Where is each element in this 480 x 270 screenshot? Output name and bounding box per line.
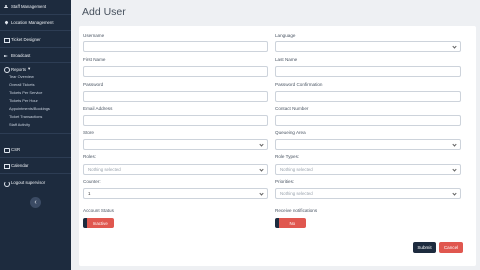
- sidebar-item-reports[interactable]: Reports ▾: [4, 66, 31, 73]
- username-label: Username: [83, 33, 105, 38]
- role-types-label: Role Types:: [275, 154, 300, 159]
- email-input[interactable]: [83, 115, 268, 126]
- sidebar-subitem-tickets-per-service[interactable]: Tickets Per Service: [9, 90, 42, 95]
- divider: [0, 30, 71, 31]
- chevron-down-icon: [452, 44, 457, 49]
- submit-button[interactable]: Submit: [413, 242, 436, 253]
- sidebar: Staff Management Location Management Tic…: [0, 0, 71, 270]
- chevron-down-icon: [259, 191, 264, 196]
- receive-notifications-label: Receive notifications: [275, 208, 318, 213]
- sidebar-subitem-ticket-transactions[interactable]: Ticket Transactions: [9, 114, 42, 119]
- user-icon: [4, 4, 8, 9]
- divider: [0, 133, 71, 134]
- password-confirmation-input[interactable]: [275, 91, 461, 102]
- sidebar-item-label: Broadcast: [11, 53, 31, 58]
- sidebar-item-ticket-designer[interactable]: Ticket Designer: [4, 37, 41, 43]
- account-status-toggle[interactable]: Inactive: [83, 218, 114, 228]
- role-types-select[interactable]: Nothing selected: [275, 164, 461, 175]
- receive-notifications-toggle[interactable]: No: [275, 218, 306, 228]
- email-label: Email Address: [83, 106, 113, 111]
- sidebar-subitem-overall-tickets[interactable]: Overall Tickets: [9, 82, 35, 87]
- queueing-area-label: Queueing Area: [275, 130, 306, 135]
- password-confirmation-label: Password Confirmation: [275, 82, 323, 87]
- page-title: Add User: [82, 6, 126, 18]
- store-select[interactable]: [83, 139, 268, 150]
- chevron-left-icon: ‹: [34, 199, 37, 206]
- last-name-input[interactable]: [275, 66, 461, 77]
- first-name-label: First Name: [83, 57, 106, 62]
- sidebar-item-label: Staff Management: [11, 4, 47, 9]
- sidebar-item-csr[interactable]: CSR: [4, 147, 21, 153]
- password-label: Password: [83, 82, 104, 87]
- password-input[interactable]: [83, 91, 268, 102]
- ticket-icon: [4, 38, 10, 43]
- toggle-state: No: [278, 218, 306, 228]
- divider: [0, 173, 71, 174]
- toggle-state: Inactive: [86, 218, 114, 228]
- sidebar-item-broadcast[interactable]: Broadcast: [4, 53, 30, 58]
- cancel-button[interactable]: Cancel: [439, 242, 463, 253]
- divider: [0, 157, 71, 158]
- sidebar-subitem-tickets-per-hour[interactable]: Tickets Per Hour: [9, 98, 38, 103]
- roles-label: Roles:: [83, 154, 97, 159]
- contact-number-input[interactable]: [275, 115, 461, 126]
- sidebar-item-logout[interactable]: Logout supervisor: [4, 180, 46, 187]
- username-input[interactable]: [83, 41, 268, 52]
- divider: [0, 47, 71, 48]
- account-status-label: Account Status: [83, 208, 114, 213]
- add-user-form: Username Language First Name Last Name P…: [79, 26, 476, 266]
- roles-select[interactable]: Nothing selected: [83, 164, 268, 175]
- queueing-area-select[interactable]: [275, 139, 461, 150]
- store-label: Store: [83, 130, 94, 135]
- last-name-label: Last Name: [275, 57, 298, 62]
- chevron-down-icon: [259, 167, 264, 172]
- logout-icon: [4, 180, 10, 187]
- first-name-input[interactable]: [83, 66, 268, 77]
- main-content: Add User Username Language First Name La…: [71, 0, 480, 270]
- calendar-icon: [4, 163, 10, 170]
- sidebar-item-label: Reports: [11, 66, 27, 72]
- sidebar-subitem-tear-overview[interactable]: Tear Overview: [9, 74, 34, 79]
- chevron-down-icon: [452, 191, 457, 196]
- sidebar-item-label: Logout supervisor: [11, 180, 46, 185]
- sidebar-item-calendar[interactable]: Calendar: [4, 163, 29, 170]
- language-select[interactable]: [275, 41, 461, 52]
- sidebar-collapse-button[interactable]: ‹: [30, 197, 41, 208]
- sidebar-item-staff-management[interactable]: Staff Management: [4, 4, 46, 9]
- divider: [0, 62, 71, 63]
- chevron-down-icon: [452, 142, 457, 147]
- sidebar-item-label: Ticket Designer: [11, 37, 41, 42]
- sidebar-subitem-appointments[interactable]: Appointments/Bookings: [9, 106, 50, 111]
- language-label: Language: [275, 33, 296, 38]
- location-icon: [4, 21, 8, 25]
- csr-icon: [4, 148, 10, 153]
- sidebar-item-label: Location Management: [11, 20, 54, 25]
- sidebar-subitem-staff-activity[interactable]: Staff Activity: [9, 122, 30, 127]
- reports-icon: [4, 67, 10, 73]
- chevron-down-icon: [452, 167, 457, 172]
- counter-select[interactable]: 1: [83, 188, 268, 199]
- priorities-label: Priorities:: [275, 179, 295, 184]
- contact-number-label: Contact Number: [275, 106, 309, 111]
- sidebar-item-label: Calendar: [11, 163, 29, 168]
- priorities-select[interactable]: Nothing selected: [275, 188, 461, 199]
- divider: [0, 14, 71, 15]
- broadcast-icon: [4, 54, 8, 58]
- chevron-down-icon: [259, 142, 264, 147]
- counter-label: Counter:: [83, 179, 101, 184]
- sidebar-item-location-management[interactable]: Location Management: [4, 20, 54, 25]
- chevron-down-icon: ▾: [28, 66, 31, 71]
- sidebar-item-label: CSR: [11, 147, 21, 152]
